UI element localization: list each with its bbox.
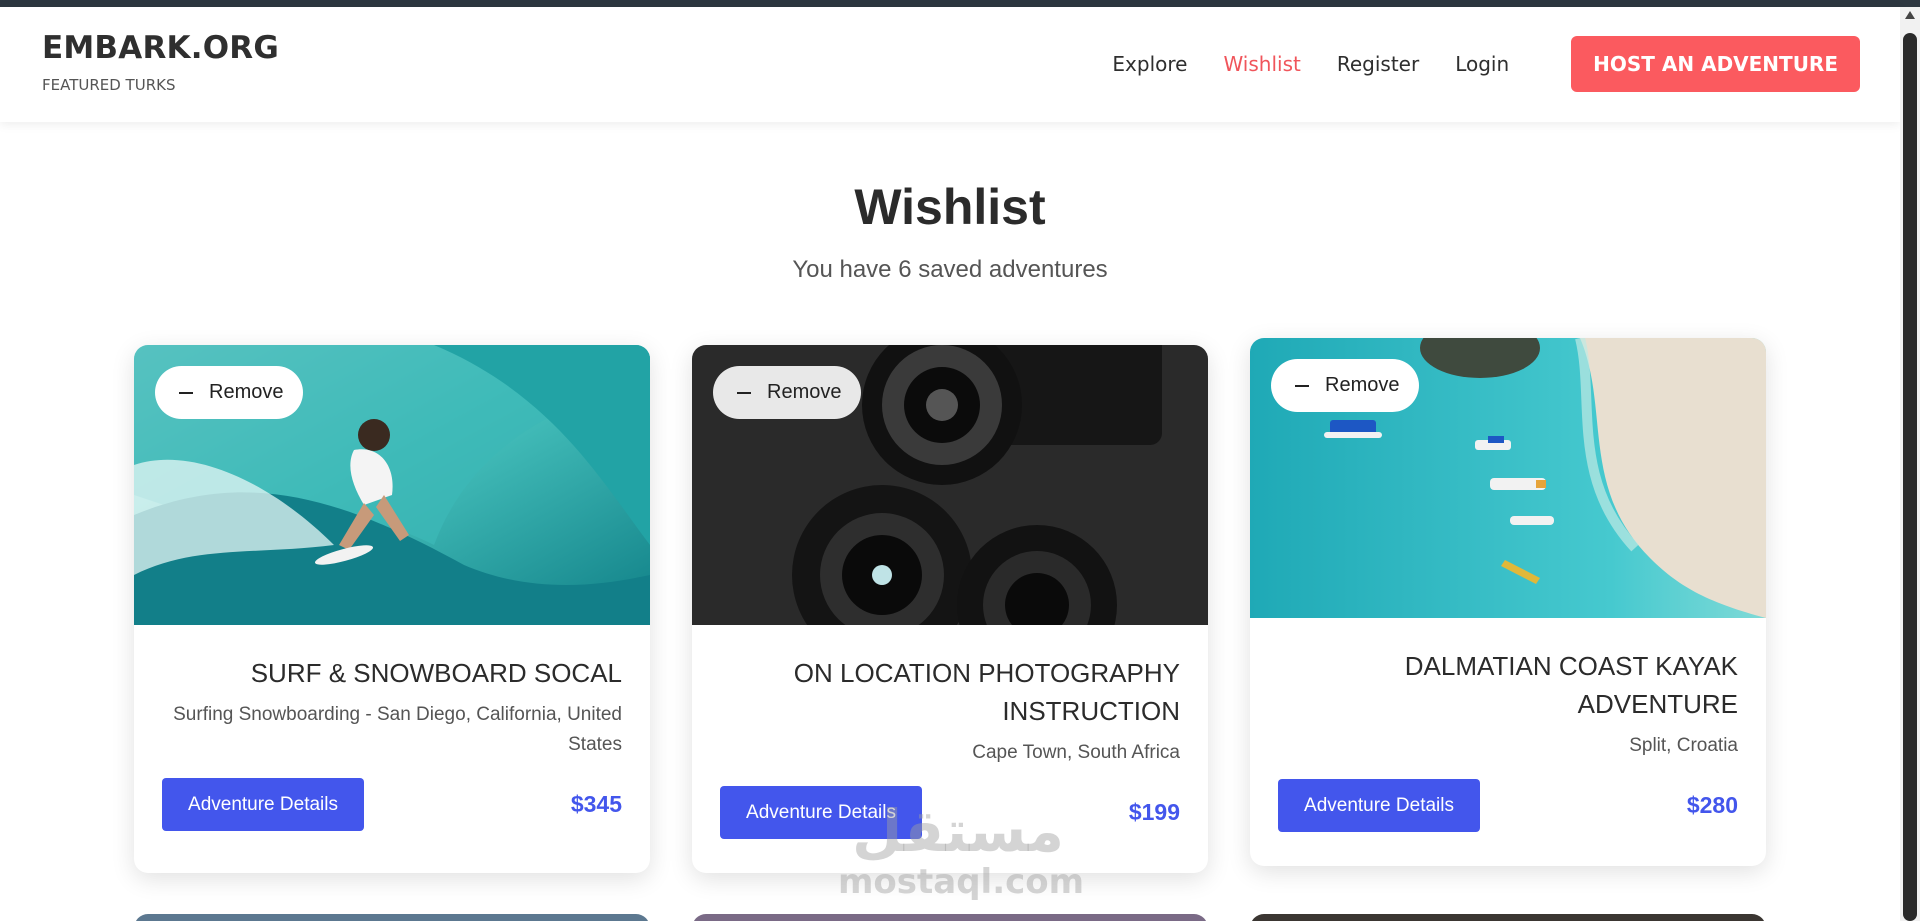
minus-icon (179, 391, 193, 394)
remove-button[interactable]: Remove (155, 366, 304, 419)
remove-button[interactable]: Remove (1271, 359, 1420, 412)
card-body: ON LOCATION PHOTOGRAPHY INSTRUCTION Cape… (692, 654, 1208, 839)
scrollbar[interactable] (1900, 7, 1920, 921)
card-location: Cape Town, South Africa (972, 742, 1180, 763)
nav-register[interactable]: Register (1337, 52, 1419, 76)
card-price: $280 (1686, 792, 1738, 818)
next-card-peek (692, 914, 1208, 921)
card-body: SURF & SNOWBOARD SOCAL Surfing Snowboard… (134, 654, 650, 831)
remove-button[interactable]: Remove (713, 366, 862, 419)
host-adventure-button[interactable]: HOST AN ADVENTURE (1571, 36, 1860, 92)
card-location: Surfing Snowboarding - San Diego, Califo… (173, 704, 622, 755)
brand[interactable]: EMBARK.ORG FEATURED TURKS (42, 30, 279, 94)
card-body: DALMATIAN COAST KAYAK ADVENTURE Split, C… (1250, 647, 1766, 832)
adventure-details-button[interactable]: Adventure Details (720, 786, 922, 839)
surfer-wave-photo[interactable]: Remove (134, 345, 650, 625)
nav-explore[interactable]: Explore (1112, 52, 1187, 76)
brand-title[interactable]: EMBARK.ORG (42, 30, 279, 66)
scrollbar-thumb[interactable] (1903, 33, 1917, 921)
page-subtitle: You have 6 saved adventures (792, 256, 1108, 283)
minus-icon (1295, 384, 1309, 387)
card-title[interactable]: DALMATIAN COAST KAYAK ADVENTURE (1278, 647, 1738, 723)
camera-lenses-photo[interactable]: Remove (692, 345, 1208, 625)
aerial-beach-boats-photo[interactable]: Remove (1250, 338, 1766, 618)
scroll-up-arrow-icon[interactable] (1905, 11, 1915, 19)
next-card-peek (134, 914, 650, 921)
main-nav: Explore Wishlist Register Login HOST AN … (1076, 36, 1860, 92)
card-price: $345 (570, 791, 622, 817)
minus-icon (737, 391, 751, 394)
card-title[interactable]: SURF & SNOWBOARD SOCAL (162, 654, 622, 692)
page-title: Wishlist (854, 179, 1046, 235)
brand-subtitle: FEATURED TURKS (42, 76, 176, 94)
site-header: EMBARK.ORG FEATURED TURKS Explore Wishli… (0, 7, 1900, 122)
browser-top-strip (0, 0, 1920, 7)
card-title[interactable]: ON LOCATION PHOTOGRAPHY INSTRUCTION (720, 654, 1180, 730)
next-card-peek (1250, 914, 1766, 921)
adventure-details-button[interactable]: Adventure Details (162, 778, 364, 831)
nav-wishlist[interactable]: Wishlist (1223, 52, 1300, 76)
adventure-details-button[interactable]: Adventure Details (1278, 779, 1480, 832)
wishlist-card: Remove ON LOCATION PHOTOGRAPHY INSTRUCTI… (692, 345, 1208, 873)
wishlist-card: Remove SURF & SNOWBOARD SOCAL Surfing Sn… (134, 345, 650, 873)
nav-login[interactable]: Login (1455, 52, 1509, 76)
wishlist-card: Remove DALMATIAN COAST KAYAK ADVENTURE S… (1250, 338, 1766, 866)
card-price: $199 (1128, 799, 1180, 825)
card-location: Split, Croatia (1629, 735, 1738, 756)
